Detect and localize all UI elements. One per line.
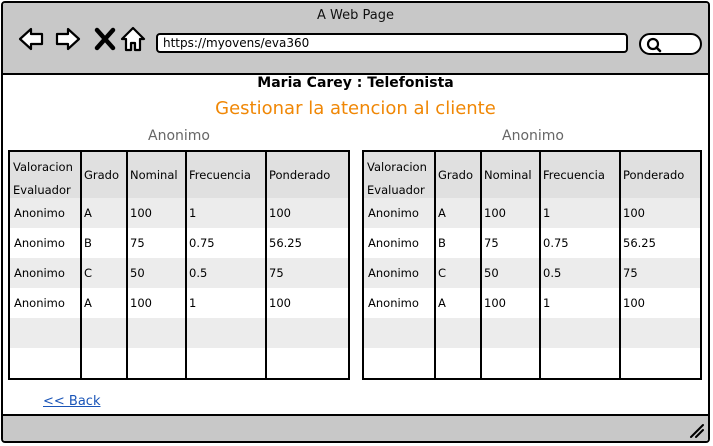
cell-ponderado: 56.25: [265, 228, 349, 258]
cell-evaluador: Anonimo: [9, 258, 81, 288]
cell-ponderado: 100: [619, 288, 701, 318]
cell-ponderado: 56.25: [619, 228, 701, 258]
cell-grado: C: [80, 258, 127, 288]
cell-evaluador: Anonimo: [368, 236, 419, 250]
header-grado: Grado: [434, 151, 481, 198]
header-valoracion: Valoracion Evaluador: [9, 151, 81, 198]
back-link[interactable]: << Back: [43, 394, 100, 409]
cell-evaluador: Anonimo: [9, 198, 81, 228]
cell-grado: B: [434, 228, 481, 258]
evaluation-table-right: Valoracion Evaluador Grado Nominal Frecu…: [362, 150, 702, 380]
evaluation-table-left: Valoracion Evaluador Grado Nominal Frecu…: [8, 150, 350, 380]
table-row: Anonimo C 50 0.5 75: [363, 258, 701, 288]
table-row: Anonimo C 50 0.5 75: [9, 258, 349, 288]
table-row: Anonimo B 75 0.75 56.25: [9, 228, 349, 258]
cell-nominal: 75: [126, 228, 186, 258]
cell-frecuencia: 0.75: [539, 228, 620, 258]
cell-evaluador: Anonimo: [14, 236, 65, 250]
header-nominal: Nominal: [480, 151, 540, 198]
close-icon[interactable]: [91, 25, 119, 53]
header-evaluador-label: Evaluador: [367, 183, 425, 197]
cell-nominal: 100: [480, 198, 540, 228]
header-frecuencia: Frecuencia: [539, 151, 620, 198]
window-title: A Web Page: [317, 8, 394, 23]
table-row: Anonimo A 100 1 100: [363, 288, 701, 318]
empty-row: [9, 348, 349, 379]
header-ponderado: Ponderado: [265, 151, 349, 198]
search-icon: [646, 37, 662, 53]
search-box[interactable]: [639, 33, 702, 55]
back-arrow-icon[interactable]: [17, 25, 45, 53]
empty-row: [363, 348, 701, 379]
cell-ponderado: 100: [619, 198, 701, 228]
cell-evaluador: Anonimo: [368, 296, 419, 310]
cell-ponderado: 100: [265, 198, 349, 228]
cell-grado: B: [80, 228, 127, 258]
cell-grado: A: [80, 288, 127, 318]
cell-frecuencia: 1: [539, 198, 620, 228]
browser-window: A Web Page https://myovens/eva360 Maria …: [1, 1, 710, 443]
cell-nominal: 100: [126, 288, 186, 318]
cell-ponderado: 75: [265, 258, 349, 288]
forward-arrow-icon[interactable]: [54, 25, 82, 53]
cell-evaluador: Anonimo: [363, 258, 435, 288]
cell-frecuencia: 0.5: [539, 258, 620, 288]
cell-nominal: 50: [126, 258, 186, 288]
cell-frecuencia: 1: [185, 288, 266, 318]
cell-grado: A: [80, 198, 127, 228]
table-row: Anonimo B 75 0.75 56.25: [363, 228, 701, 258]
table-row: Anonimo A 100 1 100: [9, 198, 349, 228]
cell-frecuencia: 0.5: [185, 258, 266, 288]
cell-grado: A: [434, 288, 481, 318]
cell-grado: C: [434, 258, 481, 288]
cell-ponderado: 75: [619, 258, 701, 288]
cell-grado: A: [434, 198, 481, 228]
cell-nominal: 75: [480, 228, 540, 258]
header-ponderado: Ponderado: [619, 151, 701, 198]
header-grado: Grado: [80, 151, 127, 198]
cell-frecuencia: 0.75: [185, 228, 266, 258]
address-bar[interactable]: https://myovens/eva360: [156, 33, 628, 53]
cell-nominal: 50: [480, 258, 540, 288]
resize-grip-icon[interactable]: [688, 422, 704, 438]
header-valoracion-label: Valoracion: [367, 160, 427, 174]
cell-ponderado: 100: [265, 288, 349, 318]
cell-nominal: 100: [126, 198, 186, 228]
empty-row: [9, 318, 349, 348]
empty-row: [363, 318, 701, 348]
cell-frecuencia: 1: [185, 198, 266, 228]
cell-evaluador: Anonimo: [14, 296, 65, 310]
header-valoracion: Valoracion Evaluador: [363, 151, 435, 198]
status-bar: [3, 414, 708, 441]
browser-toolbar: A Web Page https://myovens/eva360: [3, 3, 708, 75]
home-icon[interactable]: [119, 25, 147, 53]
header-evaluador-label: Evaluador: [13, 183, 71, 197]
cell-evaluador: Anonimo: [363, 198, 435, 228]
cell-frecuencia: 1: [539, 288, 620, 318]
header-nominal: Nominal: [126, 151, 186, 198]
table-caption-right: Anonimo: [502, 128, 564, 144]
table-row: Anonimo A 100 1 100: [9, 288, 349, 318]
header-valoracion-label: Valoracion: [13, 160, 73, 174]
cell-nominal: 100: [480, 288, 540, 318]
page-subtitle: Gestionar la atencion al cliente: [215, 98, 496, 119]
header-frecuencia: Frecuencia: [185, 151, 266, 198]
page-title: Maria Carey : Telefonista: [257, 75, 454, 91]
table-caption-left: Anonimo: [148, 128, 210, 144]
table-row: Anonimo A 100 1 100: [363, 198, 701, 228]
